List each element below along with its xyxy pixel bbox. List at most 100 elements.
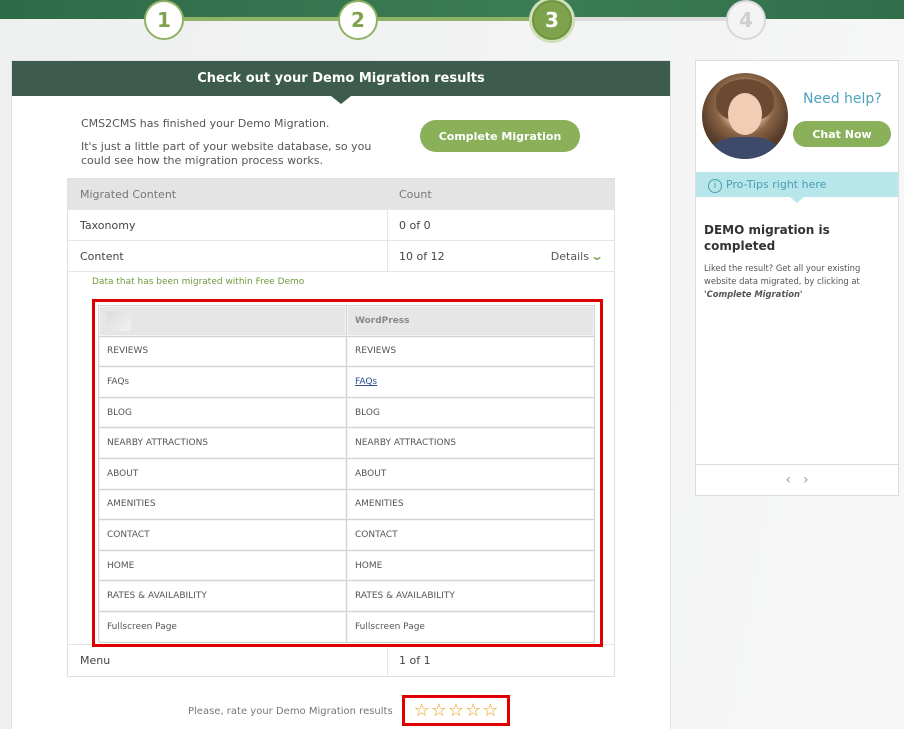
target-item-label: Fullscreen Page — [355, 621, 425, 632]
migrated-note: Data that has been migrated within Free … — [92, 277, 305, 287]
table-row: BLOG BLOG — [98, 396, 595, 429]
protips-banner: i Pro-Tips right here — [696, 172, 898, 203]
step-1: 1 — [144, 0, 184, 40]
target-cell: CONTACT — [346, 519, 595, 551]
results-panel: Check out your Demo Migration results CM… — [11, 60, 671, 729]
target-cell: RATES & AVAILABILITY — [346, 580, 595, 612]
source-item-label: NEARBY ATTRACTIONS — [107, 438, 209, 449]
source-cell: BLOG — [98, 396, 347, 429]
tip-body: Liked the result? Get all your existing … — [704, 262, 890, 301]
target-cell: HOME — [346, 549, 595, 582]
table-row: Menu 1 of 1 — [68, 645, 614, 676]
source-item-label: BLOG — [107, 407, 132, 418]
arrow-left-icon[interactable]: ‹ — [785, 472, 791, 488]
target-item-label: RATES & AVAILABILITY — [355, 591, 455, 602]
star-icon[interactable]: ☆ — [465, 700, 481, 721]
content-count: 10 of 12 — [399, 250, 445, 263]
source-cell: RATES & AVAILABILITY — [98, 580, 347, 612]
target-cell: FAQs — [346, 366, 595, 398]
target-item-label[interactable]: FAQs — [355, 377, 377, 387]
tip-body-bold: 'Complete Migration' — [704, 289, 803, 299]
rating-stars: ☆ ☆ ☆ ☆ ☆ — [402, 695, 510, 726]
menu-label: Menu — [68, 645, 388, 676]
table-row: Taxonomy 0 of 0 — [68, 210, 614, 241]
source-item-label: Fullscreen Page — [107, 621, 177, 632]
target-cell: AMENITIES — [346, 488, 595, 521]
results-table: Migrated Content Count Taxonomy 0 of 0 C… — [67, 178, 615, 677]
step-2: 2 — [338, 0, 378, 40]
header-migrated-content: Migrated Content — [68, 179, 388, 209]
star-icon[interactable]: ☆ — [414, 700, 430, 721]
table-row: ABOUT ABOUT — [98, 457, 595, 490]
target-cell: BLOG — [346, 396, 595, 429]
target-item-label: AMENITIES — [355, 499, 404, 510]
table-row: FAQs FAQs — [98, 366, 595, 398]
details-toggle[interactable]: Details⌄ — [550, 241, 605, 272]
source-cell: Fullscreen Page — [98, 610, 347, 643]
need-help-label: Need help? — [803, 91, 882, 107]
target-item-label: REVIEWS — [355, 346, 397, 357]
source-item-label: HOME — [107, 560, 135, 571]
star-icon[interactable]: ☆ — [482, 700, 498, 721]
support-avatar — [702, 73, 788, 159]
info-icon: i — [708, 179, 722, 193]
table-row: AMENITIES AMENITIES — [98, 488, 595, 521]
table-row: NEARBY ATTRACTIONS NEARBY ATTRACTIONS — [98, 427, 595, 459]
source-cell: CONTACT — [98, 519, 347, 551]
target-cell: REVIEWS — [346, 335, 595, 368]
target-item-label: HOME — [355, 560, 383, 571]
source-cell: FAQs — [98, 366, 347, 398]
step-4: 4 — [726, 0, 766, 40]
table-row: Fullscreen Page Fullscreen Page — [98, 610, 595, 643]
chevron-down-icon: ⌄ — [589, 249, 605, 263]
star-icon[interactable]: ☆ — [448, 700, 464, 721]
complete-migration-button[interactable]: Complete Migration — [420, 120, 580, 152]
source-platform-icon — [107, 310, 131, 331]
source-item-label: RATES & AVAILABILITY — [107, 591, 207, 602]
highlighted-mapping-table: WordPress REVIEWS REVIEWS FAQs FAQs BLOG BLOG… — [92, 299, 603, 647]
target-platform-header: WordPress — [346, 305, 595, 337]
menu-count: 1 of 1 — [399, 654, 431, 667]
panel-title: Check out your Demo Migration results — [197, 71, 485, 86]
content-label: Content — [68, 241, 388, 271]
table-row: HOME HOME — [98, 549, 595, 582]
step-3-active: 3 — [532, 0, 572, 40]
target-cell: ABOUT — [346, 457, 595, 490]
target-item-label: ABOUT — [355, 468, 387, 479]
mapping-table: WordPress REVIEWS REVIEWS FAQs FAQs BLOG BLOG… — [98, 305, 595, 643]
taxonomy-label: Taxonomy — [68, 210, 388, 240]
table-row: Content 10 of 12 Details⌄ — [68, 241, 614, 272]
target-cell: Fullscreen Page — [346, 610, 595, 643]
source-item-label: CONTACT — [107, 529, 150, 540]
source-cell: HOME — [98, 549, 347, 582]
source-cell: NEARBY ATTRACTIONS — [98, 427, 347, 459]
mapping-header-row: WordPress — [98, 305, 595, 337]
source-cell: REVIEWS — [98, 335, 347, 368]
tip-pager: ‹ › — [696, 464, 898, 496]
rate-prompt: Please, rate your Demo Migration results — [188, 706, 393, 717]
target-cell: NEARBY ATTRACTIONS — [346, 427, 595, 459]
help-sidebar: Need help? Chat Now i Pro-Tips right here… — [695, 60, 899, 496]
target-item-label: CONTACT — [355, 529, 398, 540]
details-label: Details — [550, 250, 589, 263]
chat-now-button[interactable]: Chat Now — [793, 121, 891, 147]
finished-line-1: CMS2CMS has finished your Demo Migration… — [81, 117, 330, 130]
tip-body-text: Liked the result? Get all your existing … — [704, 263, 861, 286]
results-header-row: Migrated Content Count — [68, 179, 614, 210]
panel-header: Check out your Demo Migration results — [12, 61, 670, 104]
source-item-label: FAQs — [107, 376, 130, 387]
protips-label: Pro-Tips right here — [726, 178, 827, 191]
content-details: Data that has been migrated within Free … — [68, 272, 614, 647]
header-count: Count — [399, 188, 432, 201]
source-item-label: ABOUT — [107, 468, 139, 479]
source-item-label: AMENITIES — [107, 499, 156, 510]
source-platform-cell — [98, 305, 347, 337]
table-row: RATES & AVAILABILITY RATES & AVAILABILITY — [98, 580, 595, 612]
target-item-label: NEARBY ATTRACTIONS — [355, 438, 457, 449]
table-row: CONTACT CONTACT — [98, 519, 595, 551]
finished-message: CMS2CMS has finished your Demo Migration… — [81, 117, 381, 177]
arrow-right-icon[interactable]: › — [803, 472, 809, 488]
star-icon[interactable]: ☆ — [431, 700, 447, 721]
source-item-label: REVIEWS — [107, 346, 149, 357]
target-item-label: BLOG — [355, 407, 380, 418]
